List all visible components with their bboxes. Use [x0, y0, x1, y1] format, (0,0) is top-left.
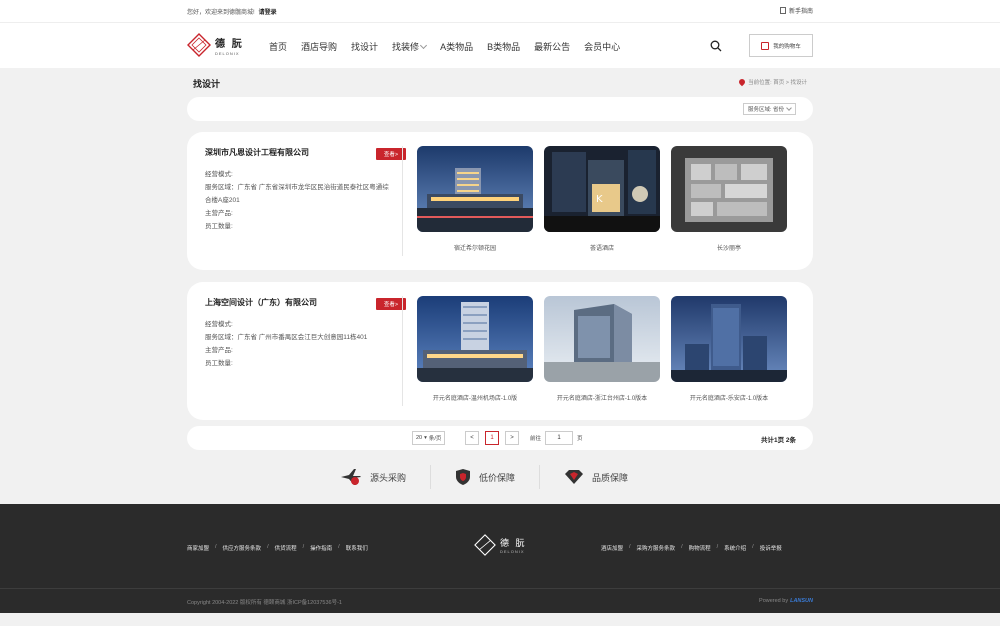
- chevron-down-icon: ▾: [424, 435, 427, 441]
- business-mode: 经营模式:: [205, 171, 233, 178]
- staff-count: 员工数量:: [205, 360, 233, 367]
- project-image: [544, 296, 660, 382]
- company-card: 上海空间设计（广东）有限公司 查看> 经营模式: 服务区域：广东省 广州市番禺区…: [187, 282, 813, 420]
- logo-name-en: DELONIX: [215, 50, 240, 56]
- main-products: 主营产品:: [205, 347, 233, 354]
- footer-divider: [0, 588, 1000, 589]
- divider: [402, 146, 403, 256]
- footer-link[interactable]: 采购方服务条款: [637, 544, 676, 552]
- search-icon[interactable]: [710, 40, 722, 52]
- login-link[interactable]: 请登录: [259, 10, 277, 16]
- project-thumbnail[interactable]: 长沙丽亭: [671, 146, 787, 252]
- project-thumbnail[interactable]: 宿迁希尔顿花园: [417, 146, 533, 252]
- page-number-button[interactable]: 1: [485, 431, 499, 445]
- pagination: 20 ▾ 条/页 < 1 > 前往 1 页 共计1页 2条: [187, 426, 813, 450]
- service-area: 服务区域：广东省 广州市番禺区会江巨大创意园11栋401: [205, 334, 368, 341]
- project-caption: 荟语酒店: [589, 246, 614, 252]
- nav-hotel-guide[interactable]: 酒店导购: [301, 40, 337, 53]
- nav-home[interactable]: 首页: [269, 40, 287, 53]
- footer-link[interactable]: 供应方服务条款: [223, 544, 262, 552]
- page-unit-label: 页: [577, 436, 583, 442]
- new-user-guide-link[interactable]: 新手指南: [779, 6, 813, 15]
- service-area-select[interactable]: 服务区域: 省份: [742, 103, 796, 115]
- total-count: 共计1页 2条: [760, 437, 796, 444]
- company-name[interactable]: 上海空间设计（广东）有限公司: [205, 297, 405, 308]
- footer-logo: 德 朊 DELONIX: [474, 534, 527, 556]
- chevron-down-icon: [786, 105, 792, 111]
- guarantee-strip: 源头采购 低价保障 品质保障: [340, 465, 652, 489]
- page-header: 找设计 当前位置: 首页 > 找设计: [187, 76, 813, 90]
- project-image: [417, 296, 533, 382]
- main-nav: 首页 酒店导购 找设计 找装修 A类物品 B类物品 最新公告 会员中心: [269, 40, 620, 53]
- footer-links-left: 商家加盟 / 供应方服务条款 / 供货流程 / 操作指南 / 联系我们: [187, 544, 368, 552]
- main-navbar: 德 朊 DELONIX 首页 酒店导购 找设计 找装修 A类物品 B类物品 最新…: [0, 22, 1000, 68]
- top-bar: 您好，欢迎来到德髋商城! 请登录 新手指南: [0, 0, 1000, 22]
- site-footer: 商家加盟 / 供应方服务条款 / 供货流程 / 操作指南 / 联系我们 德 朊 DELO…: [0, 504, 1000, 613]
- guarantee-item: 品质保障: [539, 465, 652, 489]
- page-title: 找设计: [193, 79, 221, 89]
- page-size-select[interactable]: 20 ▾ 条/页: [412, 431, 446, 445]
- powered-by: Powered by LANSUN: [759, 598, 813, 604]
- logo-icon: [474, 534, 496, 556]
- welcome-text: 您好，欢迎来到德髋商城! 请登录: [187, 10, 277, 16]
- footer-link[interactable]: 供货流程: [275, 544, 297, 552]
- svg-text:K: K: [596, 194, 603, 205]
- nav-member-center[interactable]: 会员中心: [584, 40, 620, 53]
- filter-bar: 服务区域: 省份: [187, 97, 813, 121]
- staff-count: 员工数量:: [205, 223, 233, 230]
- breadcrumb: 当前位置: 首页 > 找设计: [737, 77, 807, 87]
- nav-find-decoration[interactable]: 找装修: [392, 40, 428, 53]
- logo-icon: [187, 33, 211, 57]
- project-thumbnail[interactable]: 开元名庭酒店-乐安店-1.0版本: [671, 296, 787, 402]
- footer-link[interactable]: 酒店加盟: [601, 544, 623, 552]
- footer-link[interactable]: 投诉举报: [760, 544, 782, 552]
- location-pin-icon: [737, 77, 747, 87]
- copyright: Copyright 2004-2022 版权所有 德颐商城 浙ICP备12037…: [187, 600, 342, 606]
- next-page-button[interactable]: >: [505, 431, 519, 445]
- main-products: 主营产品:: [205, 210, 233, 217]
- logo-name-cn: 德 朊: [215, 38, 244, 50]
- guarantee-item: 源头采购: [340, 465, 430, 489]
- service-area: 服务区域：广东省 广东省深圳市龙华区民治街道民泰社区粤通综合楼A座201: [205, 184, 389, 204]
- divider: [402, 296, 403, 406]
- diamond-icon: [565, 470, 584, 484]
- footer-link[interactable]: 联系我们: [346, 544, 368, 552]
- cart-icon: [761, 41, 770, 50]
- site-logo[interactable]: 德 朊 DELONIX: [187, 33, 244, 57]
- project-caption: 长沙丽亭: [716, 246, 741, 252]
- project-caption: 开元名庭酒店-温州机场店-1.0版: [432, 396, 518, 402]
- cart-button[interactable]: 我的购物车: [749, 34, 813, 57]
- nav-find-design[interactable]: 找设计: [351, 40, 378, 53]
- shield-icon: [456, 469, 471, 485]
- airplane-icon: [341, 469, 361, 485]
- project-caption: 宿迁希尔顿花园: [453, 246, 496, 252]
- guarantee-item: 低价保障: [430, 465, 539, 489]
- project-thumbnail[interactable]: K 荟语酒店: [544, 146, 660, 252]
- nav-a-goods[interactable]: A类物品: [440, 40, 473, 53]
- guide-icon: [779, 7, 786, 14]
- goto-label: 前往: [530, 436, 542, 442]
- nav-b-goods[interactable]: B类物品: [487, 40, 520, 53]
- footer-link[interactable]: 商家加盟: [187, 544, 209, 552]
- project-image: [417, 146, 533, 232]
- chevron-down-icon: [420, 41, 428, 49]
- project-caption: 开元名庭酒店-浙江台州店-1.0版本: [556, 396, 648, 402]
- footer-link[interactable]: 系统介绍: [724, 544, 746, 552]
- footer-link[interactable]: 操作指南: [310, 544, 332, 552]
- project-image: [671, 296, 787, 382]
- project-thumbnail[interactable]: 开元名庭酒店-浙江台州店-1.0版本: [544, 296, 660, 402]
- project-caption: 开元名庭酒店-乐安店-1.0版本: [689, 396, 769, 402]
- project-thumbnail[interactable]: 开元名庭酒店-温州机场店-1.0版: [417, 296, 533, 402]
- prev-page-button[interactable]: <: [465, 431, 479, 445]
- company-name[interactable]: 深圳市凡恩设计工程有限公司: [205, 147, 405, 158]
- project-image: K: [544, 146, 660, 232]
- project-image: [671, 146, 787, 232]
- footer-link[interactable]: 购物流程: [689, 544, 711, 552]
- company-card: 深圳市凡恩设计工程有限公司 查看> 经营模式: 服务区域：广东省 广东省深圳市龙…: [187, 132, 813, 270]
- footer-links-right: 酒店加盟 / 采购方服务条款 / 购物流程 / 系统介绍 / 投诉举报: [601, 544, 782, 552]
- business-mode: 经营模式:: [205, 321, 233, 328]
- goto-page-input[interactable]: 1: [545, 431, 573, 445]
- nav-announcements[interactable]: 最新公告: [534, 40, 570, 53]
